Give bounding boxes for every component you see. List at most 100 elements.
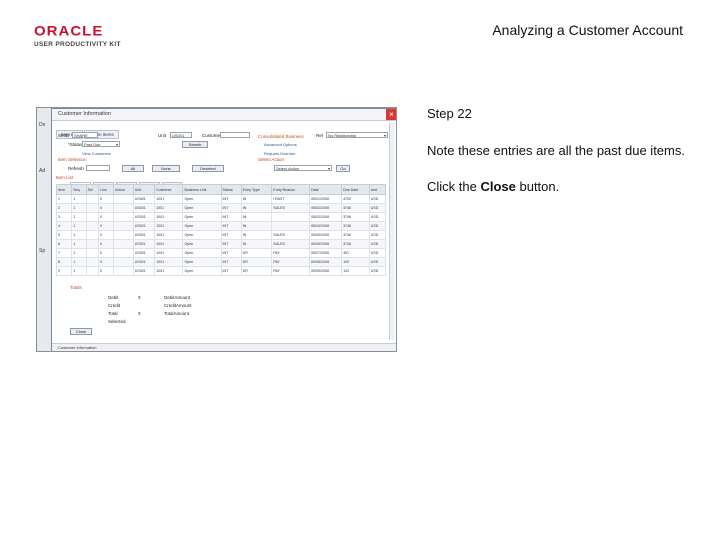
table-cell: Open [182, 248, 222, 258]
table-cell [112, 239, 134, 249]
step-action: Click the Close button. [427, 179, 687, 195]
totals-count: 0 [138, 295, 141, 300]
status-select[interactable]: Past Due [82, 141, 120, 147]
dialog-close-x-button[interactable]: × [386, 109, 396, 120]
item-list-grid: Item Seq Sel Line Action Unit Customer Business… [55, 184, 387, 276]
table-cell: 1 [71, 221, 87, 231]
table-cell [85, 194, 100, 204]
relationship-select[interactable]: No Relationship [326, 132, 388, 138]
table-cell: Open [182, 230, 222, 240]
totals-amount-label: DebitAmount [164, 295, 191, 300]
grid-column-header[interactable]: Amt [368, 184, 387, 195]
table-row[interactable]: 6 1 0 US001 1001 Open INT IN SALES 05/06/2008 3746… [55, 239, 387, 249]
table-row[interactable]: 5 1 0 US001 1001 Open INT IN SALES 05/05/2008 3746… [55, 230, 387, 240]
view-customers-link[interactable]: View Customers [82, 151, 111, 156]
table-cell: US001 [132, 212, 156, 222]
table-cell [271, 212, 311, 222]
grid-column-header[interactable]: Unit [132, 184, 156, 195]
oracle-upk-logo: ORACLE USER PRODUCTIVITY KIT [34, 24, 124, 48]
grid-column-header[interactable]: Line [98, 184, 114, 195]
table-cell: Open [182, 212, 222, 222]
table-cell: 103 [341, 266, 370, 276]
grid-column-header[interactable]: Due Date [341, 184, 370, 195]
none-button[interactable]: None [152, 165, 180, 172]
grid-column-header[interactable]: Entry Type [240, 184, 273, 195]
table-cell: 3746 [341, 239, 370, 249]
table-row[interactable]: 9 1 0 US001 1001 Open INT DR PAY 05/09/2008 103 USD [55, 266, 387, 276]
table-row[interactable]: 2 1 0 US001 1001 Open INT IN SALES 05/02/2008 3746… [55, 203, 387, 213]
go-button[interactable]: Go [336, 165, 350, 172]
logo-brand: ORACLE [34, 23, 104, 40]
table-cell: US001 [132, 248, 156, 258]
table-cell: IN [240, 221, 273, 231]
grid-column-header[interactable]: Seq [71, 184, 87, 195]
table-cell: ITMDT [271, 194, 311, 204]
table-cell: Open [182, 194, 222, 204]
table-row[interactable]: 8 1 0 US001 1001 Open INT DR PAY 05/08/2008 109 USD [55, 257, 387, 267]
setid-field[interactable]: SHARE [72, 132, 98, 138]
table-cell: 05/03/2008 [309, 212, 343, 222]
table-cell: 0 [98, 194, 114, 204]
table-cell [85, 257, 100, 267]
table-cell: USD [368, 257, 387, 267]
logo-tagline: USER PRODUCTIVITY KIT [34, 41, 121, 48]
refresh-label: Refresh [68, 166, 84, 171]
table-cell: 1 [71, 239, 87, 249]
table-cell: 451 [341, 248, 370, 258]
table-row[interactable]: 1 1 0 US001 1001 Open INT IN ITMDT 05/01/2008 4700… [55, 194, 387, 204]
table-cell: 1 [71, 212, 87, 222]
all-button[interactable]: All [122, 165, 144, 172]
table-cell: 05/06/2008 [309, 239, 343, 249]
table-cell: USD [368, 212, 387, 222]
totals-amount-label: TotalAmount [164, 311, 190, 316]
table-cell: 1001 [154, 257, 184, 267]
grid-column-header[interactable]: Action [112, 184, 134, 195]
table-cell: IN [240, 194, 273, 204]
grid-column-header[interactable]: Customer [154, 184, 184, 195]
search-button[interactable]: Search [182, 141, 208, 148]
table-cell: 1 [71, 266, 87, 276]
grid-column-header[interactable]: Date [309, 184, 343, 195]
table-cell: 1001 [154, 194, 184, 204]
refresh-field[interactable] [86, 165, 110, 171]
deselect-button[interactable]: Deselect [192, 165, 224, 172]
table-cell: 0 [98, 239, 114, 249]
table-row[interactable]: 7 1 0 US001 1001 Open INT DR PAY 05/07/2008 451 USD [55, 248, 387, 258]
table-cell: 6 [55, 239, 73, 249]
table-cell [85, 230, 100, 240]
table-cell: 1001 [154, 239, 184, 249]
table-cell: US001 [132, 230, 156, 240]
customer-field[interactable] [220, 132, 250, 138]
table-cell: 1 [55, 194, 73, 204]
request-overdue-link[interactable]: Request Overdue [264, 151, 295, 156]
totals-label: Debit [108, 295, 119, 300]
table-cell: SALES [271, 230, 311, 240]
table-cell: 109 [341, 257, 370, 267]
grid-column-header[interactable]: Status [220, 184, 242, 195]
close-button[interactable]: Close [70, 328, 92, 335]
action-suffix: button. [515, 179, 560, 194]
unit-field[interactable]: US001 [170, 132, 192, 138]
table-row[interactable]: 3 1 0 US001 1001 Open INT IN 05/03/2008 3746 USD [55, 212, 387, 222]
table-cell: INT [220, 194, 242, 204]
step-number: Step 22 [427, 106, 472, 121]
table-cell: IN [240, 239, 273, 249]
grid-column-header[interactable]: Item [55, 184, 73, 195]
table-cell: USD [368, 248, 387, 258]
grid-column-header[interactable]: Entry Reason [271, 184, 311, 195]
action-select[interactable]: Select Action [274, 165, 332, 171]
table-cell [271, 221, 311, 231]
table-row[interactable]: 4 1 0 US001 1001 Open INT IN 05/04/2008 3746 USD [55, 221, 387, 231]
table-cell: DR [240, 248, 273, 258]
table-cell: US001 [132, 239, 156, 249]
table-cell [112, 266, 134, 276]
table-cell: 1 [71, 248, 87, 258]
advanced-options-link[interactable]: Advanced Options [264, 142, 297, 147]
grid-column-header[interactable]: Sel [85, 184, 100, 195]
table-cell: 3746 [341, 230, 370, 240]
grid-column-header[interactable]: Business Unit [182, 184, 222, 195]
dialog-scrollbar[interactable] [389, 123, 395, 340]
status-label: *Status [68, 142, 83, 147]
table-cell: USD [368, 194, 387, 204]
table-cell: 3 [55, 212, 73, 222]
